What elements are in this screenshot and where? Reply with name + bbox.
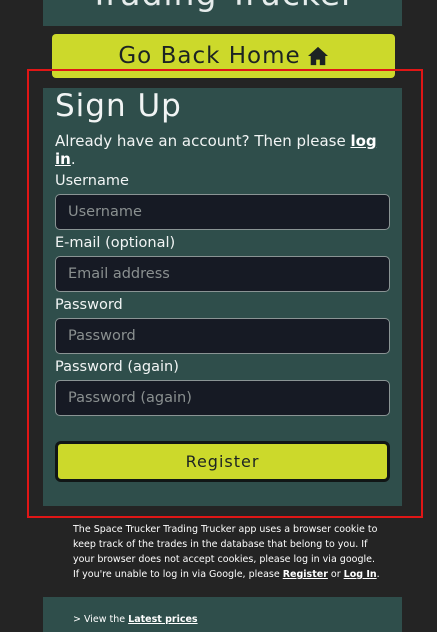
go-back-home-label: Go Back Home [118, 43, 301, 69]
register-link[interactable]: Register [283, 569, 328, 580]
username-input[interactable] [55, 194, 390, 230]
header-panel: Trading Trucker [43, 0, 402, 26]
signup-title: Sign Up [55, 88, 182, 124]
latest-prices-prefix: > View the [73, 614, 129, 625]
cookie-notice-end: . [376, 569, 380, 580]
password-input[interactable] [55, 318, 390, 354]
cookie-notice-or: or [327, 569, 344, 580]
latest-prices-line: > View the Latest prices [73, 614, 198, 625]
login-prompt-text: Already have an account? Then please [55, 132, 351, 150]
login-prompt-end: . [70, 150, 76, 168]
cookie-notice: The Space Trucker Trading Trucker app us… [73, 522, 383, 582]
password-again-label: Password (again) [55, 359, 179, 375]
cookie-login-link[interactable]: Log In [344, 569, 377, 580]
email-input[interactable] [55, 256, 390, 292]
password-again-input[interactable] [55, 380, 390, 416]
register-button[interactable]: Register [55, 441, 390, 482]
footer-panel: > View the Latest prices [43, 597, 402, 632]
email-label: E-mail (optional) [55, 235, 176, 251]
home-icon [307, 46, 328, 66]
login-prompt: Already have an account? Then please log… [55, 132, 402, 168]
latest-prices-link[interactable]: Latest prices [128, 614, 197, 625]
username-label: Username [55, 173, 129, 189]
password-label: Password [55, 297, 123, 313]
signup-form-panel: Sign Up Already have an account? Then pl… [43, 88, 402, 506]
go-back-home-button[interactable]: Go Back Home [52, 34, 395, 78]
app-title: Trading Trucker [43, 0, 402, 13]
